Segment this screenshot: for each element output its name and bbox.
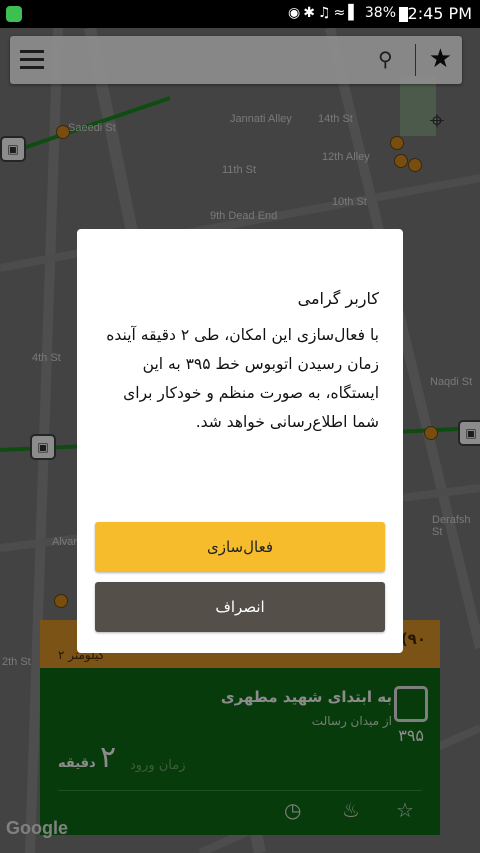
status-icons: ◉✱♫≈▌ <box>288 5 362 21</box>
dialog-greeting: کاربر گرامی <box>297 289 379 308</box>
clock: 2:45 PM <box>407 4 472 23</box>
cancel-button[interactable]: انصراف <box>95 582 385 632</box>
dialog-message: با فعال‌سازی این امکان، طی ۲ دقیقه آینده… <box>106 326 379 431</box>
activate-button[interactable]: فعال‌سازی <box>95 522 385 572</box>
battery-percent: 38% <box>364 5 396 21</box>
app-notification-icon <box>6 6 22 22</box>
notification-dialog: کاربر گرامی با فعال‌سازی این امکان، طی ۲… <box>77 229 403 653</box>
status-bar: ◉✱♫≈▌ 38% 2:45 PM <box>0 0 480 28</box>
